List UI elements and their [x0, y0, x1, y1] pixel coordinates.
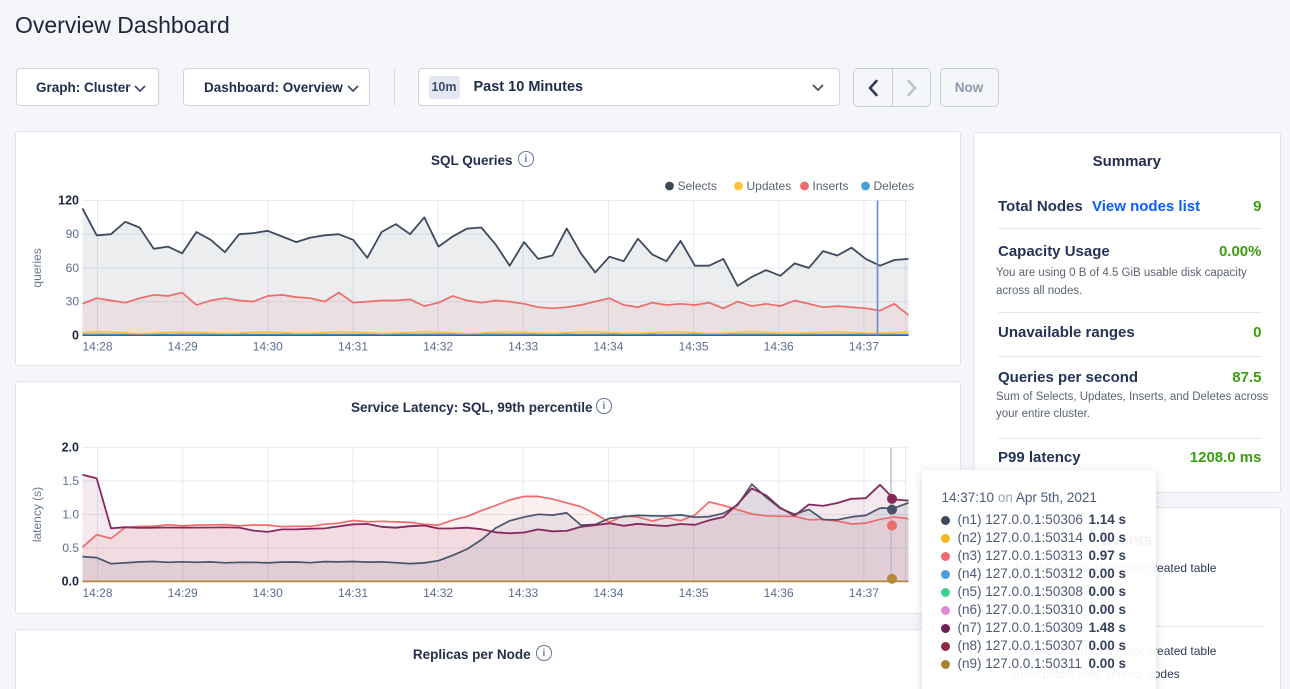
svg-text:14:31: 14:31	[338, 339, 368, 353]
svg-text:14:29: 14:29	[168, 339, 198, 353]
svg-text:14:35: 14:35	[679, 339, 709, 353]
svg-text:60: 60	[66, 260, 80, 274]
svg-text:14:30: 14:30	[253, 339, 283, 353]
svg-text:1.5: 1.5	[62, 474, 79, 488]
svg-text:14:34: 14:34	[593, 339, 623, 353]
svg-text:Updates: Updates	[747, 179, 792, 193]
svg-text:14:33: 14:33	[508, 586, 538, 600]
svg-text:14:37: 14:37	[849, 339, 879, 353]
svg-text:latency (s): latency (s)	[30, 487, 44, 542]
svg-text:14:28: 14:28	[82, 339, 112, 353]
svg-text:0.5: 0.5	[62, 541, 79, 555]
svg-text:14:33: 14:33	[508, 339, 538, 353]
svg-text:Deletes: Deletes	[874, 179, 915, 193]
svg-text:14:37: 14:37	[849, 586, 879, 600]
svg-text:2.0: 2.0	[62, 441, 79, 455]
svg-text:14:34: 14:34	[593, 586, 623, 600]
svg-text:14:28: 14:28	[82, 586, 112, 600]
svg-text:1.0: 1.0	[62, 508, 79, 522]
svg-text:14:30: 14:30	[253, 586, 283, 600]
svg-text:queries: queries	[30, 248, 44, 287]
svg-text:14:32: 14:32	[423, 586, 453, 600]
svg-text:0.0: 0.0	[62, 574, 79, 588]
svg-text:120: 120	[58, 193, 79, 207]
svg-text:90: 90	[66, 227, 80, 241]
svg-text:0: 0	[72, 328, 79, 342]
svg-text:14:29: 14:29	[168, 586, 198, 600]
svg-text:14:36: 14:36	[764, 339, 794, 353]
svg-text:14:31: 14:31	[338, 586, 368, 600]
svg-text:14:32: 14:32	[423, 339, 453, 353]
svg-text:14:35: 14:35	[679, 586, 709, 600]
svg-text:Selects: Selects	[678, 179, 717, 193]
svg-text:14:36: 14:36	[764, 586, 794, 600]
svg-text:Inserts: Inserts	[813, 179, 849, 193]
svg-text:30: 30	[66, 294, 80, 308]
